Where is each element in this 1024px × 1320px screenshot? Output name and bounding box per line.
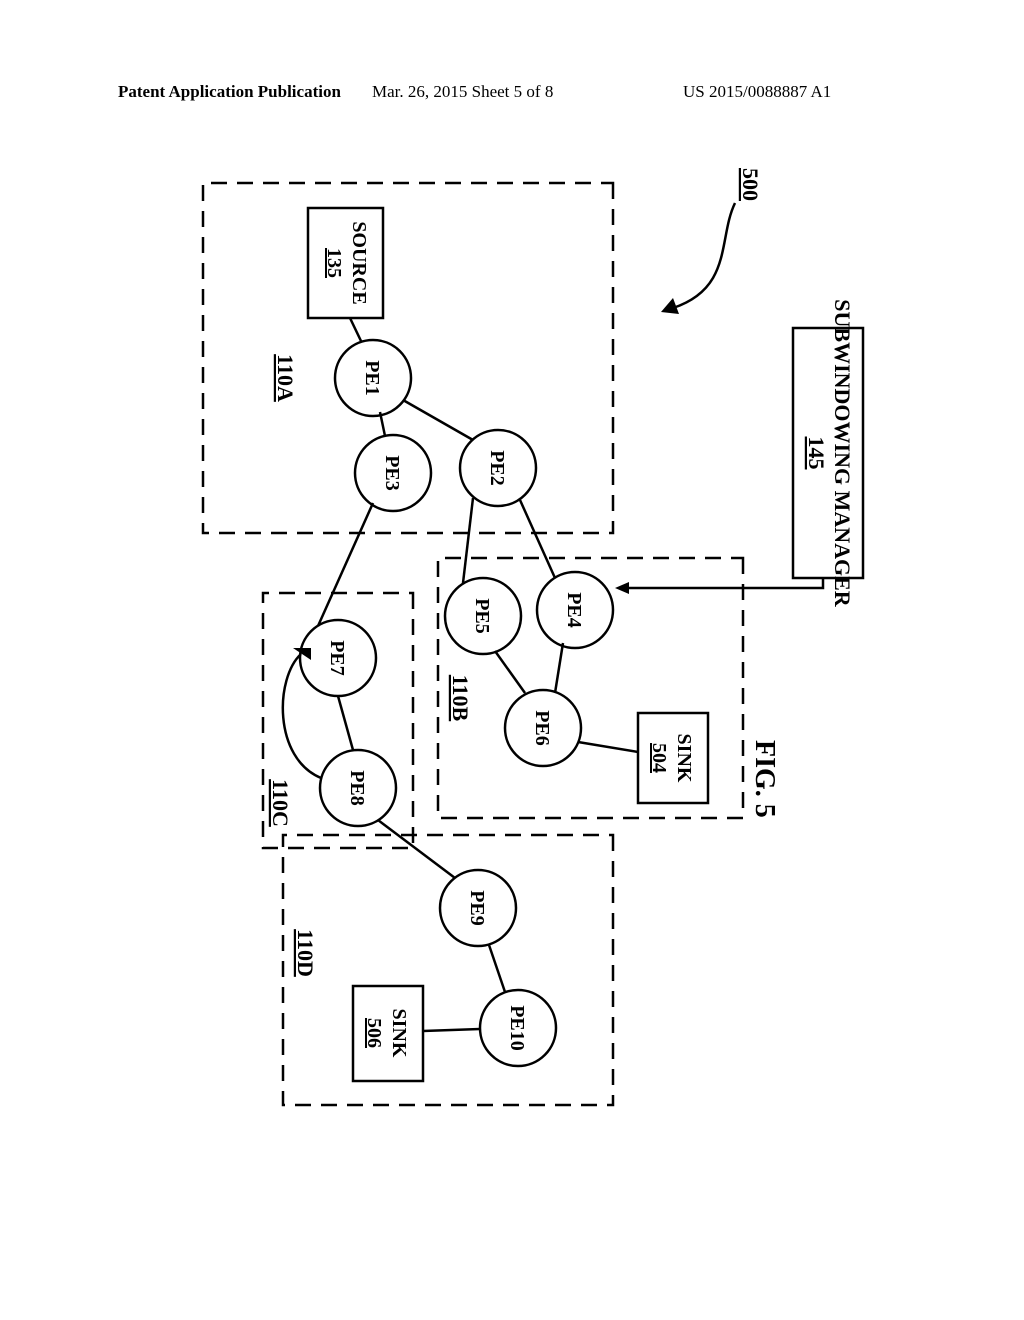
pe2-label: PE2 <box>486 450 508 486</box>
group-c-label: 110C <box>268 779 293 827</box>
manager-ref: 145 <box>804 437 829 470</box>
header-pubnumber: US 2015/0088887 A1 <box>683 82 831 102</box>
sink506-ref: 506 <box>363 1018 385 1048</box>
pe5-label: PE5 <box>471 598 493 634</box>
source-label: SOURCE <box>348 221 370 304</box>
sink506-label: SINK <box>388 1009 410 1058</box>
pe6-label: PE6 <box>531 710 553 746</box>
pe8-label: PE8 <box>346 770 368 806</box>
diagram-number: 500 <box>738 168 763 201</box>
pe7-label: PE7 <box>326 640 348 676</box>
pe1-label: PE1 <box>361 360 383 396</box>
source-ref: 135 <box>323 248 345 278</box>
manager-label: SUBWINDOWING MANAGER <box>830 299 855 608</box>
page: Patent Application Publication Mar. 26, … <box>0 0 1024 1320</box>
sink504-label: SINK <box>673 734 695 783</box>
header-publication: Patent Application Publication <box>118 82 341 102</box>
pe10-label: PE10 <box>506 1005 528 1051</box>
group-b-label: 110B <box>448 675 473 722</box>
group-d-label: 110D <box>293 929 318 977</box>
header-date-sheet: Mar. 26, 2015 Sheet 5 of 8 <box>372 82 553 102</box>
figure-diagram: SUBWINDOWING MANAGER 145 500 110A SOURCE… <box>0 138 873 878</box>
pe4-label: PE4 <box>563 592 585 628</box>
group-a-label: 110A <box>273 354 298 402</box>
figure-label: FIG. 5 <box>748 740 780 818</box>
pe3-label: PE3 <box>381 455 403 491</box>
pe9-label: PE9 <box>466 890 488 926</box>
sink504-ref: 504 <box>648 743 670 773</box>
